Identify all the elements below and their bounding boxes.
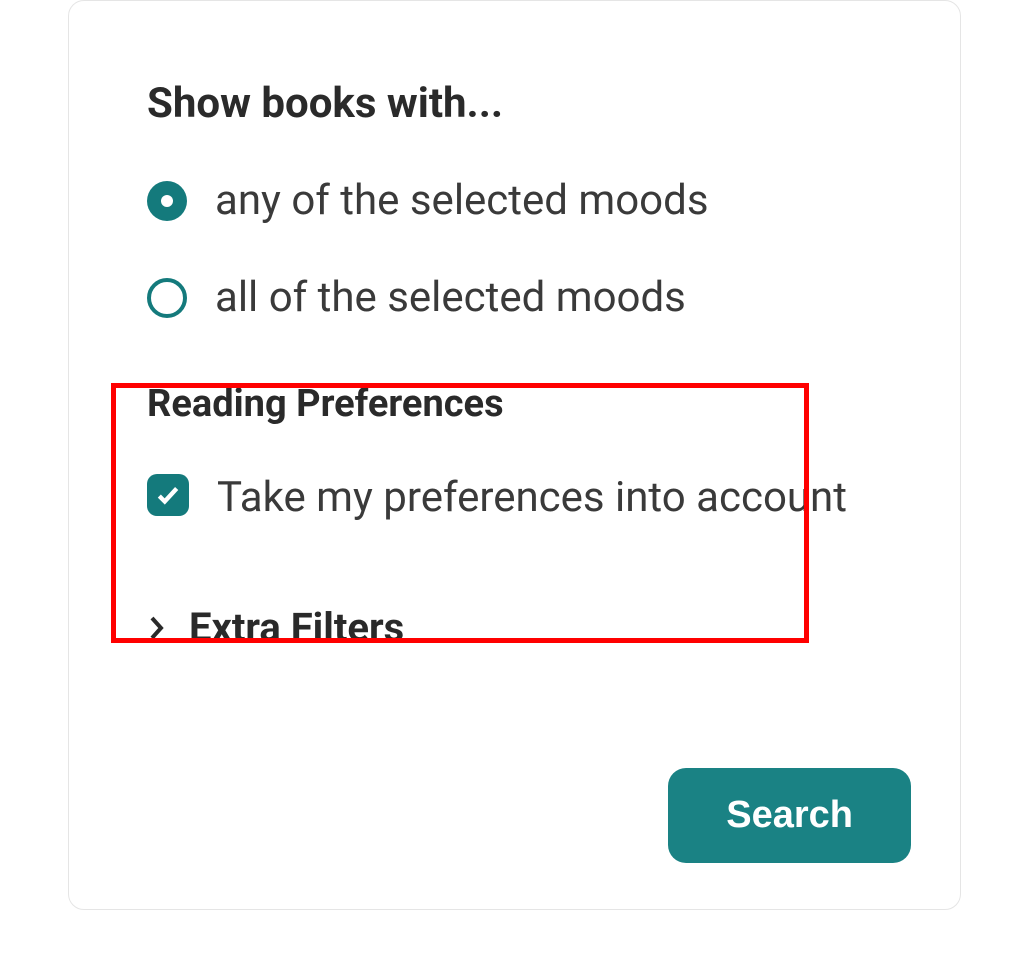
radio-unselected-icon bbox=[147, 278, 187, 318]
filter-card: Show books with... any of the selected m… bbox=[68, 0, 961, 910]
extra-filters-label: Extra Filters bbox=[189, 604, 404, 651]
extra-filters-toggle[interactable]: Extra Filters bbox=[147, 604, 882, 651]
checkbox-label: Take my preferences into account bbox=[217, 466, 847, 529]
radio-label-any: any of the selected moods bbox=[215, 176, 709, 225]
radio-selected-icon bbox=[147, 181, 187, 221]
chevron-right-icon bbox=[147, 614, 167, 642]
mood-match-all-option[interactable]: all of the selected moods bbox=[147, 273, 882, 322]
mood-match-radio-group: any of the selected moods all of the sel… bbox=[147, 176, 882, 322]
take-preferences-checkbox[interactable]: Take my preferences into account bbox=[147, 466, 882, 529]
checkbox-checked-icon bbox=[147, 474, 189, 516]
search-button[interactable]: Search bbox=[668, 768, 911, 863]
reading-preferences-section: Reading Preferences Take my preferences … bbox=[147, 382, 882, 529]
reading-preferences-title: Reading Preferences bbox=[147, 382, 882, 426]
mood-match-any-option[interactable]: any of the selected moods bbox=[147, 176, 882, 225]
radio-label-all: all of the selected moods bbox=[215, 273, 686, 322]
moods-section-title: Show books with... bbox=[147, 79, 882, 128]
